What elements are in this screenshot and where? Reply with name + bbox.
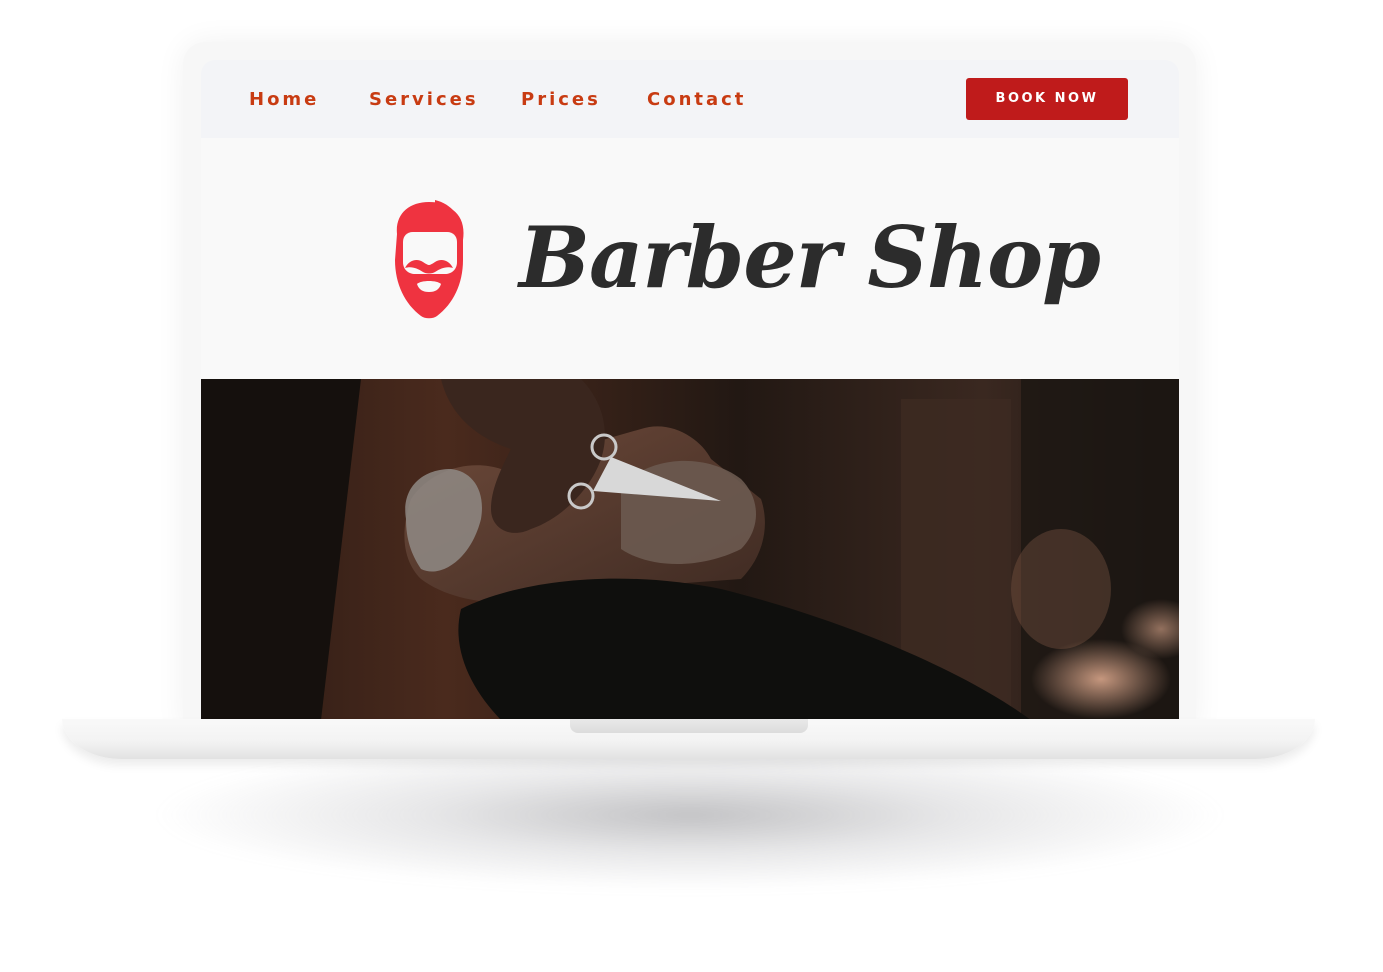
hero-image	[201, 379, 1179, 720]
laptop-notch	[570, 719, 808, 733]
brand-header: Barber Shop	[201, 138, 1179, 379]
bearded-man-head-icon[interactable]	[391, 200, 467, 320]
nav-contact-link[interactable]: Contact	[647, 89, 746, 111]
top-navbar: Home Services Prices Contact BOOK NOW	[201, 60, 1179, 138]
laptop-screen: Home Services Prices Contact BOOK NOW Ba…	[201, 60, 1179, 720]
nav-services-link[interactable]: Services	[369, 89, 479, 111]
barber-photo	[201, 379, 1179, 720]
book-now-button[interactable]: BOOK NOW	[966, 78, 1128, 120]
laptop-shadow	[150, 740, 1230, 890]
laptop-mockup: Home Services Prices Contact BOOK NOW Ba…	[0, 0, 1383, 972]
laptop-base	[62, 719, 1315, 759]
brand-title: Barber Shop	[519, 208, 1101, 307]
nav-home-link[interactable]: Home	[249, 89, 319, 111]
nav-prices-link[interactable]: Prices	[521, 89, 601, 111]
